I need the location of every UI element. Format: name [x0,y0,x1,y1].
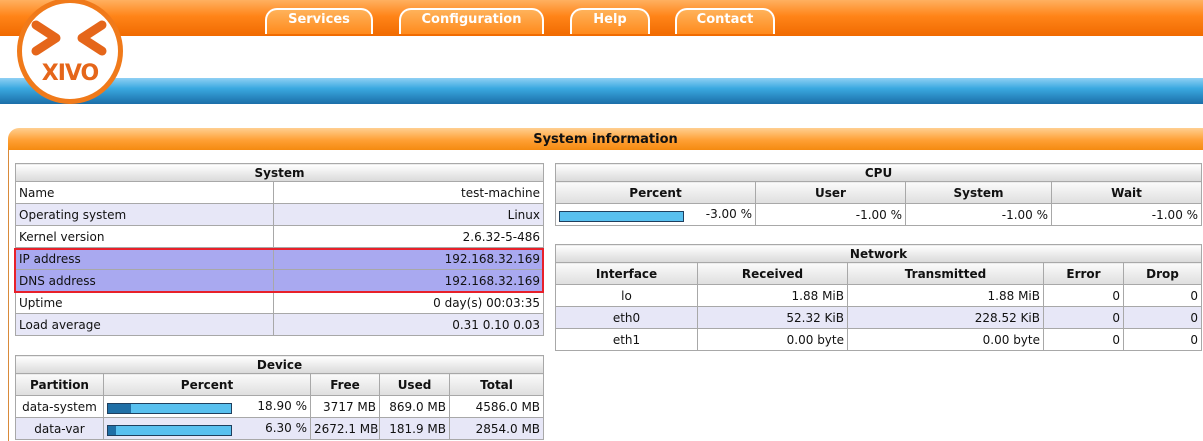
row-value: 192.168.32.169 [273,247,544,270]
usage-progress-bar [107,403,232,414]
table-row: Load average 0.31 0.10 0.03 [15,313,544,336]
col-header-user: User [755,181,906,204]
cpu-percent-value: -3.00 % [705,207,752,221]
tab-configuration[interactable]: Configuration [399,8,544,34]
interface-name: eth1 [555,328,698,351]
system-table: System Name test-machine Operating syste… [15,163,544,336]
usage-progress-fill [108,404,132,413]
table-row: Uptime 0 day(s) 00:03:35 [15,291,544,314]
table-row: Kernel version 2.6.32-5-486 [15,225,544,248]
table-row: -3.00 % -1.00 % -1.00 % -1.00 % [555,203,1203,226]
col-header-transmitted: Transmitted [847,262,1044,285]
row-label: Load average [15,313,274,336]
network-table: Network Interface Received Transmitted E… [554,244,1203,351]
device-caption: Device [14,355,545,374]
total-value: 4586.0 MB [448,395,545,418]
header-blue-bar [0,78,1203,104]
row-value: test-machine [273,181,544,204]
row-label: DNS address [15,269,274,292]
cpu-progress-remaining [560,212,683,221]
xivo-logo[interactable]: XIVO [17,0,123,104]
tab-help[interactable]: Help [570,8,650,34]
table-row-highlighted: DNS address 192.168.32.169 [15,269,544,292]
col-header-partition: Partition [15,373,104,396]
table-row: Name test-machine [15,181,544,204]
transmitted-value: 228.52 KiB [847,306,1044,329]
row-label: IP address [15,247,274,270]
col-header-interface: Interface [555,262,698,285]
received-value: 52.32 KiB [697,306,848,329]
percent-value: 18.90 % [257,399,307,413]
section-title: System information [8,128,1203,150]
drop-value: 0 [1122,306,1203,329]
used-value: 181.9 MB [379,417,450,440]
table-row: eth1 0.00 byte 0.00 byte 0 0 [555,328,1203,351]
usage-progress-bar [107,425,232,436]
row-value: Linux [273,203,544,226]
table-row: lo 1.88 MiB 1.88 MiB 0 0 [555,284,1203,307]
row-value: 0 day(s) 00:03:35 [273,291,544,314]
tab-services[interactable]: Services [265,8,373,34]
table-row: Operating system Linux [15,203,544,226]
drop-value: 0 [1122,284,1203,307]
cpu-system-value: -1.00 % [905,203,1052,226]
free-value: 3717 MB [310,395,380,418]
cpu-caption: CPU [554,163,1203,182]
device-table: Device Partition Percent Free Used Total… [14,355,545,440]
drop-value: 0 [1122,328,1203,351]
table-row: data-var 6.30 % 2672.1 MB 181.9 MB 2854.… [15,417,545,440]
usage-progress-remaining [115,426,231,435]
row-value: 2.6.32-5-486 [273,225,544,248]
col-header-percent: Percent [103,373,311,396]
error-value: 0 [1043,328,1124,351]
percent-value: 6.30 % [265,421,307,435]
header-gap [0,36,1203,78]
total-value: 2854.0 MB [448,417,545,440]
network-caption: Network [554,244,1203,263]
error-value: 0 [1043,306,1124,329]
usage-progress-fill [108,426,116,435]
col-header-total: Total [448,373,545,396]
percent-cell: 6.30 % [103,417,311,440]
cpu-wait-value: -1.00 % [1050,203,1203,226]
col-header-percent: Percent [555,181,756,204]
error-value: 0 [1043,284,1124,307]
received-value: 1.88 MiB [697,284,848,307]
table-row: data-system 18.90 % 3717 MB 869.0 MB 458… [15,395,545,418]
transmitted-value: 1.88 MiB [847,284,1044,307]
row-value: 0.31 0.10 0.03 [273,313,544,336]
interface-name: lo [555,284,698,307]
col-header-error: Error [1043,262,1124,285]
partition-name: data-var [15,417,104,440]
percent-cell: 18.90 % [103,395,311,418]
partition-name: data-system [15,395,104,418]
table-row-highlighted: IP address 192.168.32.169 [15,247,544,270]
cpu-user-value: -1.00 % [755,203,906,226]
row-label: Kernel version [15,225,274,248]
col-header-used: Used [379,373,450,396]
system-caption: System [15,163,544,182]
row-value: 192.168.32.169 [273,269,544,292]
col-header-drop: Drop [1122,262,1203,285]
free-value: 2672.1 MB [310,417,380,440]
table-row: eth0 52.32 KiB 228.52 KiB 0 0 [555,306,1203,329]
col-header-free: Free [310,373,380,396]
interface-name: eth0 [555,306,698,329]
cpu-percent-cell: -3.00 % [555,203,756,226]
logo-text: XIVO [41,61,100,86]
col-header-received: Received [697,262,848,285]
used-value: 869.0 MB [379,395,450,418]
row-label: Operating system [15,203,274,226]
received-value: 0.00 byte [697,328,848,351]
cpu-table: CPU Percent User System Wait -3.00 % -1.… [554,163,1203,226]
usage-progress-remaining [131,404,231,413]
tab-contact[interactable]: Contact [675,8,775,34]
row-label: Uptime [15,291,274,314]
col-header-system: System [905,181,1052,204]
row-label: Name [15,181,274,204]
transmitted-value: 0.00 byte [847,328,1044,351]
col-header-wait: Wait [1050,181,1203,204]
cpu-progress-bar [559,211,684,222]
